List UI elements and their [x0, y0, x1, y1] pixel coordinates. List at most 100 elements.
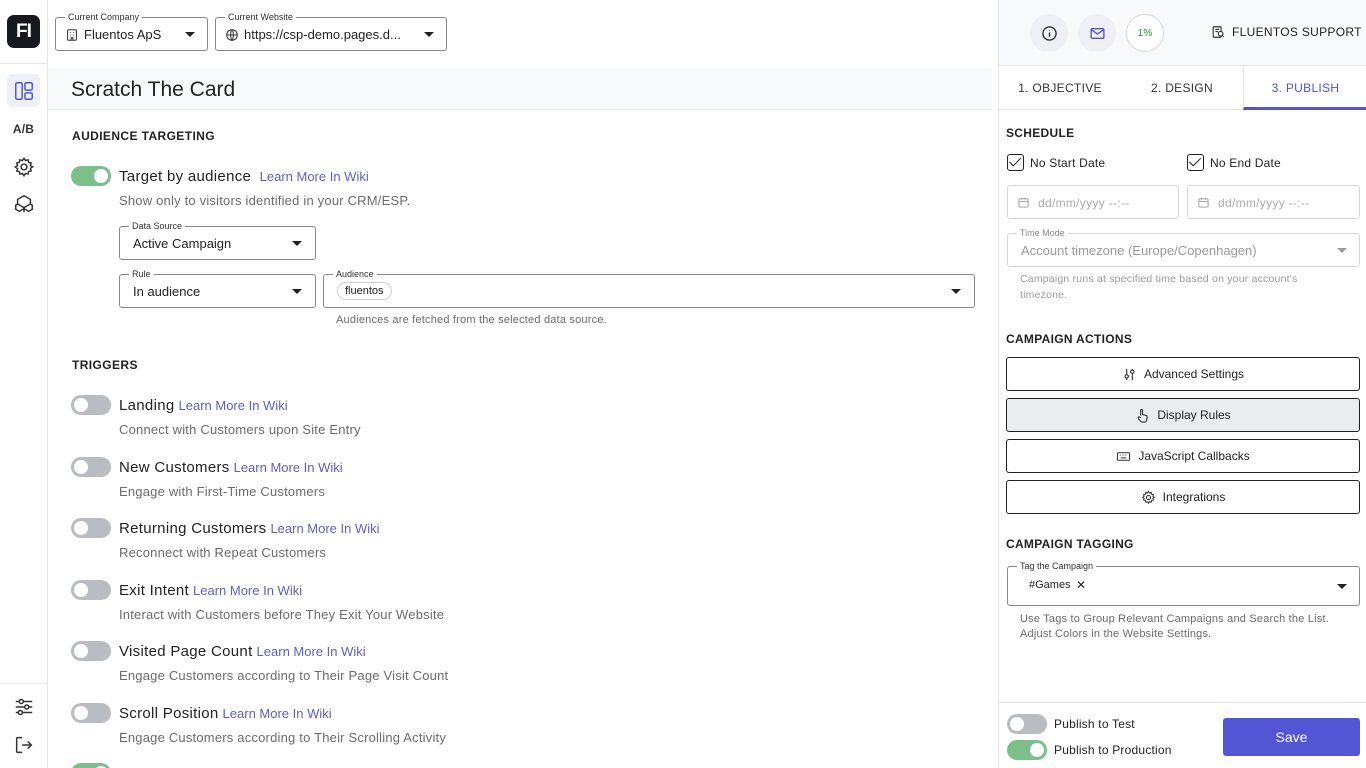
tune-icon — [1124, 368, 1135, 380]
filters-nav-button[interactable] — [7, 690, 40, 723]
data-source-select[interactable]: Data Source Active Campaign — [119, 220, 316, 260]
wiki-link[interactable]: Learn More In Wiki — [234, 460, 343, 475]
tag-campaign-select[interactable]: Tag the Campaign #Games ✕ — [1007, 560, 1360, 606]
wiki-link[interactable]: Learn More In Wiki — [223, 706, 332, 721]
right-panel-header: 1% FLUENTOS SUPPORT — [999, 0, 1366, 66]
start-date-input[interactable]: dd/mm/yyyy --:-- — [1007, 185, 1179, 219]
target-by-audience-desc: Show only to visitors identified in your… — [119, 193, 411, 208]
top-bar: Current Company Fluentos ApS Current Web… — [48, 0, 998, 68]
info-icon — [1041, 25, 1057, 41]
time-mode-select[interactable]: Time Mode Account timezone (Europe/Copen… — [1007, 227, 1360, 267]
audience-select[interactable]: Audience fluentos — [323, 268, 975, 308]
website-select[interactable]: Current Website https://csp-demo.pages.d… — [215, 11, 447, 51]
chevron-down-icon — [951, 289, 961, 294]
chevron-down-icon — [1337, 248, 1347, 253]
app-root: FI A/B Current Company Fluentos ApS Curr… — [0, 0, 1366, 768]
audience-label: Audience — [333, 268, 377, 280]
chevron-down-icon — [424, 32, 434, 37]
gear-icon — [1141, 489, 1156, 504]
javascript-callbacks-button[interactable]: JavaScript Callbacks — [1006, 439, 1360, 473]
advanced-settings-button[interactable]: Advanced Settings — [1006, 357, 1360, 391]
sliders-icon — [15, 698, 32, 715]
app-logo[interactable]: FI — [7, 15, 40, 48]
company-select[interactable]: Current Company Fluentos ApS — [55, 11, 208, 51]
rule-select[interactable]: Rule In audience — [119, 268, 316, 308]
chevron-down-icon — [292, 289, 302, 294]
end-date-input[interactable]: dd/mm/yyyy --:-- — [1187, 185, 1360, 219]
tab-objective[interactable]: 1. OBJECTIVE — [999, 66, 1121, 110]
logout-nav-button[interactable] — [7, 728, 40, 761]
main-content: Scratch The Card AUDIENCE TARGETING Targ… — [48, 68, 998, 768]
messages-button[interactable] — [1078, 14, 1116, 52]
trigger-toggle-partial[interactable] — [71, 763, 111, 768]
no-end-date-label: No End Date — [1210, 156, 1281, 170]
trigger-title: New Customers Learn More In Wiki — [119, 459, 343, 476]
campaigns-icon — [14, 81, 33, 100]
globe-icon — [226, 29, 238, 41]
wiki-link[interactable]: Learn More In Wiki — [193, 583, 302, 598]
audience-chip[interactable]: fluentos — [337, 282, 392, 300]
no-start-date-checkbox[interactable] — [1007, 154, 1024, 171]
calendar-icon — [1018, 197, 1029, 208]
website-select-label: Current Website — [225, 11, 296, 23]
javascript-callbacks-label: JavaScript Callbacks — [1138, 449, 1250, 463]
tab-publish[interactable]: 3. PUBLISH — [1243, 66, 1366, 110]
nav-divider — [0, 63, 48, 64]
no-start-date-label: No Start Date — [1030, 156, 1106, 170]
company-icon — [67, 29, 77, 41]
trigger-toggle[interactable] — [71, 580, 111, 600]
step-tabs: 1. OBJECTIVE 2. DESIGN 3. PUBLISH — [999, 66, 1366, 110]
support-link[interactable]: FLUENTOS SUPPORT — [1211, 25, 1362, 39]
target-by-audience-toggle[interactable] — [71, 166, 111, 186]
pointer-hand-icon — [1137, 408, 1149, 423]
end-date-placeholder: dd/mm/yyyy --:-- — [1218, 196, 1310, 210]
trigger-title: Returning Customers Learn More In Wiki — [119, 520, 380, 537]
trigger-toggle[interactable] — [71, 703, 111, 723]
company-select-label: Current Company — [65, 11, 143, 23]
chevron-down-icon — [1337, 584, 1347, 589]
trigger-label: Visited Page Count — [119, 643, 253, 660]
no-end-date-checkbox[interactable] — [1187, 154, 1204, 171]
rule-label: Rule — [129, 268, 154, 280]
trigger-toggle[interactable] — [71, 395, 111, 415]
wiki-link[interactable]: Learn More In Wiki — [257, 644, 366, 659]
trigger-desc: Engage with First-Time Customers — [119, 484, 326, 499]
calendar-icon — [1198, 197, 1209, 208]
nav-divider-bottom — [0, 683, 48, 684]
trigger-label: Returning Customers — [119, 520, 267, 537]
display-rules-label: Display Rules — [1157, 408, 1231, 422]
support-label: FLUENTOS SUPPORT — [1232, 25, 1362, 39]
campaigns-nav-button[interactable] — [7, 74, 40, 107]
integrations-button[interactable]: Integrations — [1006, 480, 1360, 514]
setup-progress[interactable]: 1% — [1126, 14, 1164, 52]
trigger-toggle[interactable] — [71, 457, 111, 477]
wiki-link[interactable]: Learn More In Wiki — [260, 169, 369, 184]
trigger-desc: Engage Customers according to Their Page… — [119, 668, 449, 683]
gear-icon — [13, 156, 34, 177]
wiki-link[interactable]: Learn More In Wiki — [179, 398, 288, 413]
trigger-desc: Interact with Customers before They Exit… — [119, 607, 445, 622]
trigger-toggle[interactable] — [71, 518, 111, 538]
settings-nav-button[interactable] — [7, 150, 40, 183]
ab-test-label: A/B — [12, 121, 35, 136]
integrations-nav-button[interactable] — [7, 187, 40, 220]
trigger-label: Landing — [119, 397, 175, 414]
ab-test-nav-button[interactable]: A/B — [7, 112, 40, 145]
publish-to-production-toggle[interactable] — [1007, 740, 1047, 760]
remove-tag-icon[interactable]: ✕ — [1076, 578, 1086, 592]
display-rules-button[interactable]: Display Rules — [1006, 398, 1360, 432]
save-button[interactable]: Save — [1223, 718, 1360, 756]
campaign-tagging-heading: CAMPAIGN TAGGING — [1006, 537, 1134, 551]
tag-campaign-label: Tag the Campaign — [1017, 560, 1097, 572]
tab-design[interactable]: 2. DESIGN — [1121, 66, 1243, 110]
info-button[interactable] — [1030, 14, 1068, 52]
logout-icon — [15, 736, 32, 753]
website-select-value: https://csp-demo.pages.d... — [244, 27, 401, 42]
time-mode-value: Account timezone (Europe/Copenhagen) — [1021, 243, 1257, 258]
trigger-toggle[interactable] — [71, 641, 111, 661]
publish-to-test-toggle[interactable] — [1007, 714, 1047, 734]
rule-value: In audience — [133, 284, 201, 299]
support-icon — [1212, 26, 1225, 38]
wiki-link[interactable]: Learn More In Wiki — [270, 521, 379, 536]
time-help-1: Campaign runs at specified time based on… — [1020, 273, 1298, 285]
